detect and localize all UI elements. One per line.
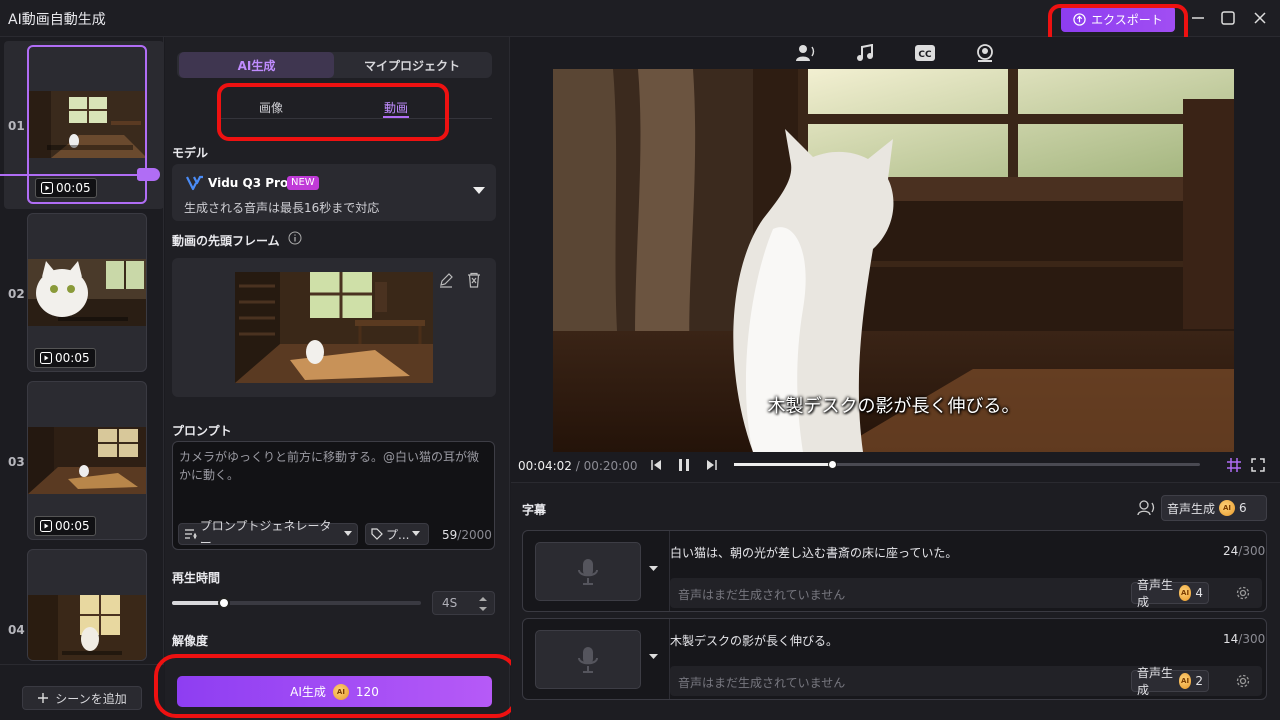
playhead-handle[interactable] <box>137 168 160 181</box>
new-badge: NEW <box>287 176 319 190</box>
list-sparkle-icon <box>185 529 197 540</box>
pause-icon[interactable] <box>678 459 690 471</box>
tag-icon <box>371 528 383 540</box>
timeline-knob[interactable] <box>827 460 837 469</box>
model-description: 生成される音声は最長16秒まで対応 <box>184 201 380 215</box>
gear-icon[interactable] <box>1236 586 1250 600</box>
scene-duration: 00:05 <box>34 516 96 536</box>
voice-thumbnail[interactable] <box>535 542 641 601</box>
vidu-logo-icon <box>186 175 203 191</box>
music-icon[interactable] <box>856 44 874 62</box>
first-frame-image[interactable] <box>235 272 433 383</box>
scene-duration: 00:05 <box>35 178 97 198</box>
chevron-down-icon <box>344 531 353 536</box>
app-title: AI動画自動生成 <box>8 12 106 28</box>
prompt-label: プロンプト <box>172 424 232 438</box>
duration-slider-track[interactable] <box>172 597 421 609</box>
delete-icon[interactable] <box>466 272 482 288</box>
playhead-line <box>0 174 150 176</box>
grid-icon[interactable] <box>1227 458 1241 472</box>
model-name: Vidu Q3 Pro <box>208 176 289 190</box>
voice-generate-button[interactable]: 音声生成 AI 2 <box>1131 666 1209 697</box>
play-icon <box>40 352 52 364</box>
add-scene-button[interactable]: シーンを追加 <box>22 686 142 710</box>
gear-icon[interactable] <box>1236 674 1250 688</box>
credit-coin-icon: AI <box>1178 585 1192 601</box>
time-display: 00:04:02 / 00:20:00 <box>518 459 638 473</box>
voice-thumbnail[interactable] <box>535 630 641 689</box>
scene-card-2[interactable]: 00:05 <box>27 213 147 372</box>
subtitle-char-count: 24/300 <box>1223 544 1266 558</box>
svg-text:CC: CC <box>918 50 932 60</box>
scene-number: 03 <box>8 455 25 469</box>
video-subtitle-overlay: 木製デスクの影が長く伸びる。 <box>767 396 1020 417</box>
first-frame-label: 動画の先頭フレーム <box>172 234 280 248</box>
resolution-label: 解像度 <box>172 634 209 648</box>
chevron-down-icon[interactable] <box>649 654 658 660</box>
previous-frame-icon[interactable] <box>650 459 662 471</box>
credit-coin-icon: AI <box>1219 500 1236 516</box>
info-icon[interactable] <box>288 231 302 245</box>
minimize-icon[interactable] <box>1188 8 1208 28</box>
voice-status-bar: 音声はまだ生成されていません 音声生成 AI 2 <box>670 666 1262 697</box>
microphone-icon <box>578 558 598 585</box>
scene-thumbnail <box>28 259 146 326</box>
subtitle-item[interactable]: 白い猫は、朝の光が差し込む書斎の床に座っていた。 24/300 音声はまだ生成さ… <box>522 530 1267 612</box>
credit-coin-icon: AI <box>1178 673 1192 689</box>
timeline-progress-track[interactable] <box>734 460 1200 469</box>
timeline-progress-fill <box>734 463 832 466</box>
prompt-field[interactable]: カメラがゆっくりと前方に移動する。@白い猫の耳が微かに動く。 プロンプトジェネレ… <box>172 441 495 550</box>
scene-card-4[interactable] <box>27 549 147 661</box>
voice-generate-all-button[interactable]: 音声生成 AI 6 <box>1161 495 1267 521</box>
voice-icon[interactable] <box>795 44 815 62</box>
maximize-icon[interactable] <box>1218 8 1238 28</box>
fullscreen-icon[interactable] <box>1251 458 1265 472</box>
prompt-text: カメラがゆっくりと前方に移動する。@白い猫の耳が微かに動く。 <box>179 450 480 482</box>
scene-number: 01 <box>8 119 25 133</box>
subtitle-text[interactable]: 木製デスクの影が長く伸びる。 <box>670 632 838 649</box>
scene-thumbnail <box>28 427 146 494</box>
duration-stepper[interactable]: 4S <box>432 591 495 615</box>
edit-icon[interactable] <box>438 272 454 288</box>
char-counter: 59/2000 <box>442 528 492 542</box>
duration-slider-fill <box>172 601 225 605</box>
chevron-down-icon <box>473 187 485 194</box>
model-label: モデル <box>172 146 209 160</box>
highlight-box-generate <box>154 654 518 718</box>
subtitle-text[interactable]: 白い猫は、朝の光が差し込む書斎の床に座っていた。 <box>670 544 957 561</box>
play-icon <box>40 520 52 532</box>
subtitles-header: 字幕 <box>522 503 547 517</box>
chevron-down-icon[interactable] <box>649 566 658 572</box>
captions-icon[interactable]: CC <box>915 45 935 61</box>
subtitle-char-count: 14/300 <box>1223 632 1266 646</box>
tab-ai-generate[interactable]: AI生成 <box>179 52 334 78</box>
stepper-arrows-icon[interactable] <box>479 596 487 612</box>
highlight-box-tabs <box>217 83 449 141</box>
chevron-down-icon <box>412 531 421 536</box>
prompt-generator-button[interactable]: プロンプトジェネレーター <box>178 519 358 550</box>
tab-my-project[interactable]: マイプロジェクト <box>334 52 490 78</box>
scene-thumbnail <box>28 595 146 660</box>
next-frame-icon[interactable] <box>706 459 718 471</box>
subtitle-item[interactable]: 木製デスクの影が長く伸びる。 14/300 音声はまだ生成されていません 音声生… <box>522 618 1267 700</box>
scene-number: 04 <box>8 623 25 637</box>
model-select[interactable]: Vidu Q3 Pro NEW 生成される音声は最長16秒まで対応 <box>172 164 496 221</box>
scene-duration: 00:05 <box>34 348 96 368</box>
tag-dropdown[interactable]: プ... <box>365 523 429 545</box>
scene-number: 02 <box>8 287 25 301</box>
plus-icon <box>38 693 49 703</box>
close-icon[interactable] <box>1250 8 1270 28</box>
scene-thumbnail <box>29 91 145 158</box>
play-icon <box>41 182 53 194</box>
voice-generate-button[interactable]: 音声生成 AI 4 <box>1131 578 1209 609</box>
avatar-icon[interactable] <box>975 44 995 62</box>
scene-card-1[interactable]: 00:05 <box>27 45 147 204</box>
scene-card-3[interactable]: 00:05 <box>27 381 147 540</box>
voice-settings-icon[interactable] <box>1137 499 1157 517</box>
duration-label: 再生時間 <box>172 571 221 585</box>
voice-status-bar: 音声はまだ生成されていません 音声生成 AI 4 <box>670 578 1262 609</box>
microphone-icon <box>578 646 598 673</box>
